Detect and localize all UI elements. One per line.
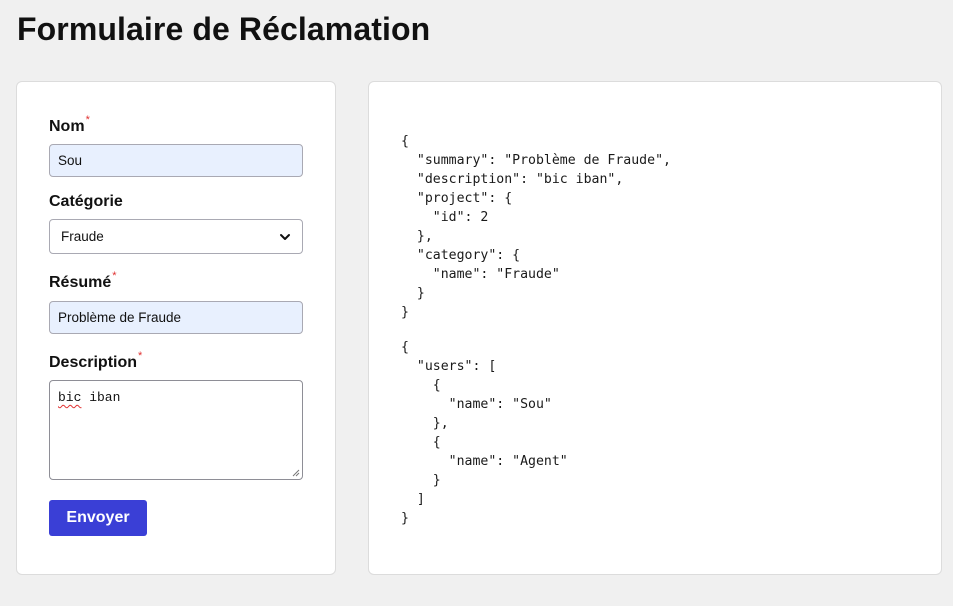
description-text-rest: iban <box>81 390 121 405</box>
page: Formulaire de Réclamation Nom* Catégorie… <box>0 0 953 606</box>
nom-required-mark: * <box>85 114 90 126</box>
nom-input[interactable] <box>49 144 303 177</box>
description-text-misspelled: bic <box>58 390 82 405</box>
description-textarea[interactable]: bic iban <box>49 380 303 480</box>
page-title: Formulaire de Réclamation <box>17 11 431 47</box>
resize-handle-icon[interactable] <box>292 469 300 477</box>
categorie-label: Catégorie <box>49 193 123 210</box>
resume-label-text: Résumé <box>49 274 112 291</box>
json-payload-block: { "summary": "Problème de Fraude", "desc… <box>401 134 671 320</box>
claim-form: Nom* Catégorie Fraude Résumé* Descriptio… <box>16 81 336 575</box>
description-label: Description* <box>49 350 142 372</box>
categorie-select[interactable]: Fraude <box>49 219 303 254</box>
resume-input[interactable] <box>49 301 303 334</box>
resume-required-mark: * <box>112 270 117 282</box>
json-preview-panel: { "summary": "Problème de Fraude", "desc… <box>368 81 942 575</box>
nom-label-text: Nom <box>49 118 85 135</box>
nom-label: Nom* <box>49 114 90 136</box>
categorie-selected-value: Fraude <box>61 229 104 244</box>
json-users-block: { "users": [ { "name": "Sou" }, { "name"… <box>401 340 568 526</box>
description-required-mark: * <box>138 350 143 362</box>
chevron-down-icon <box>280 233 290 240</box>
description-label-text: Description <box>49 354 138 371</box>
envoyer-button[interactable]: Envoyer <box>49 500 147 536</box>
resume-label: Résumé* <box>49 270 117 292</box>
